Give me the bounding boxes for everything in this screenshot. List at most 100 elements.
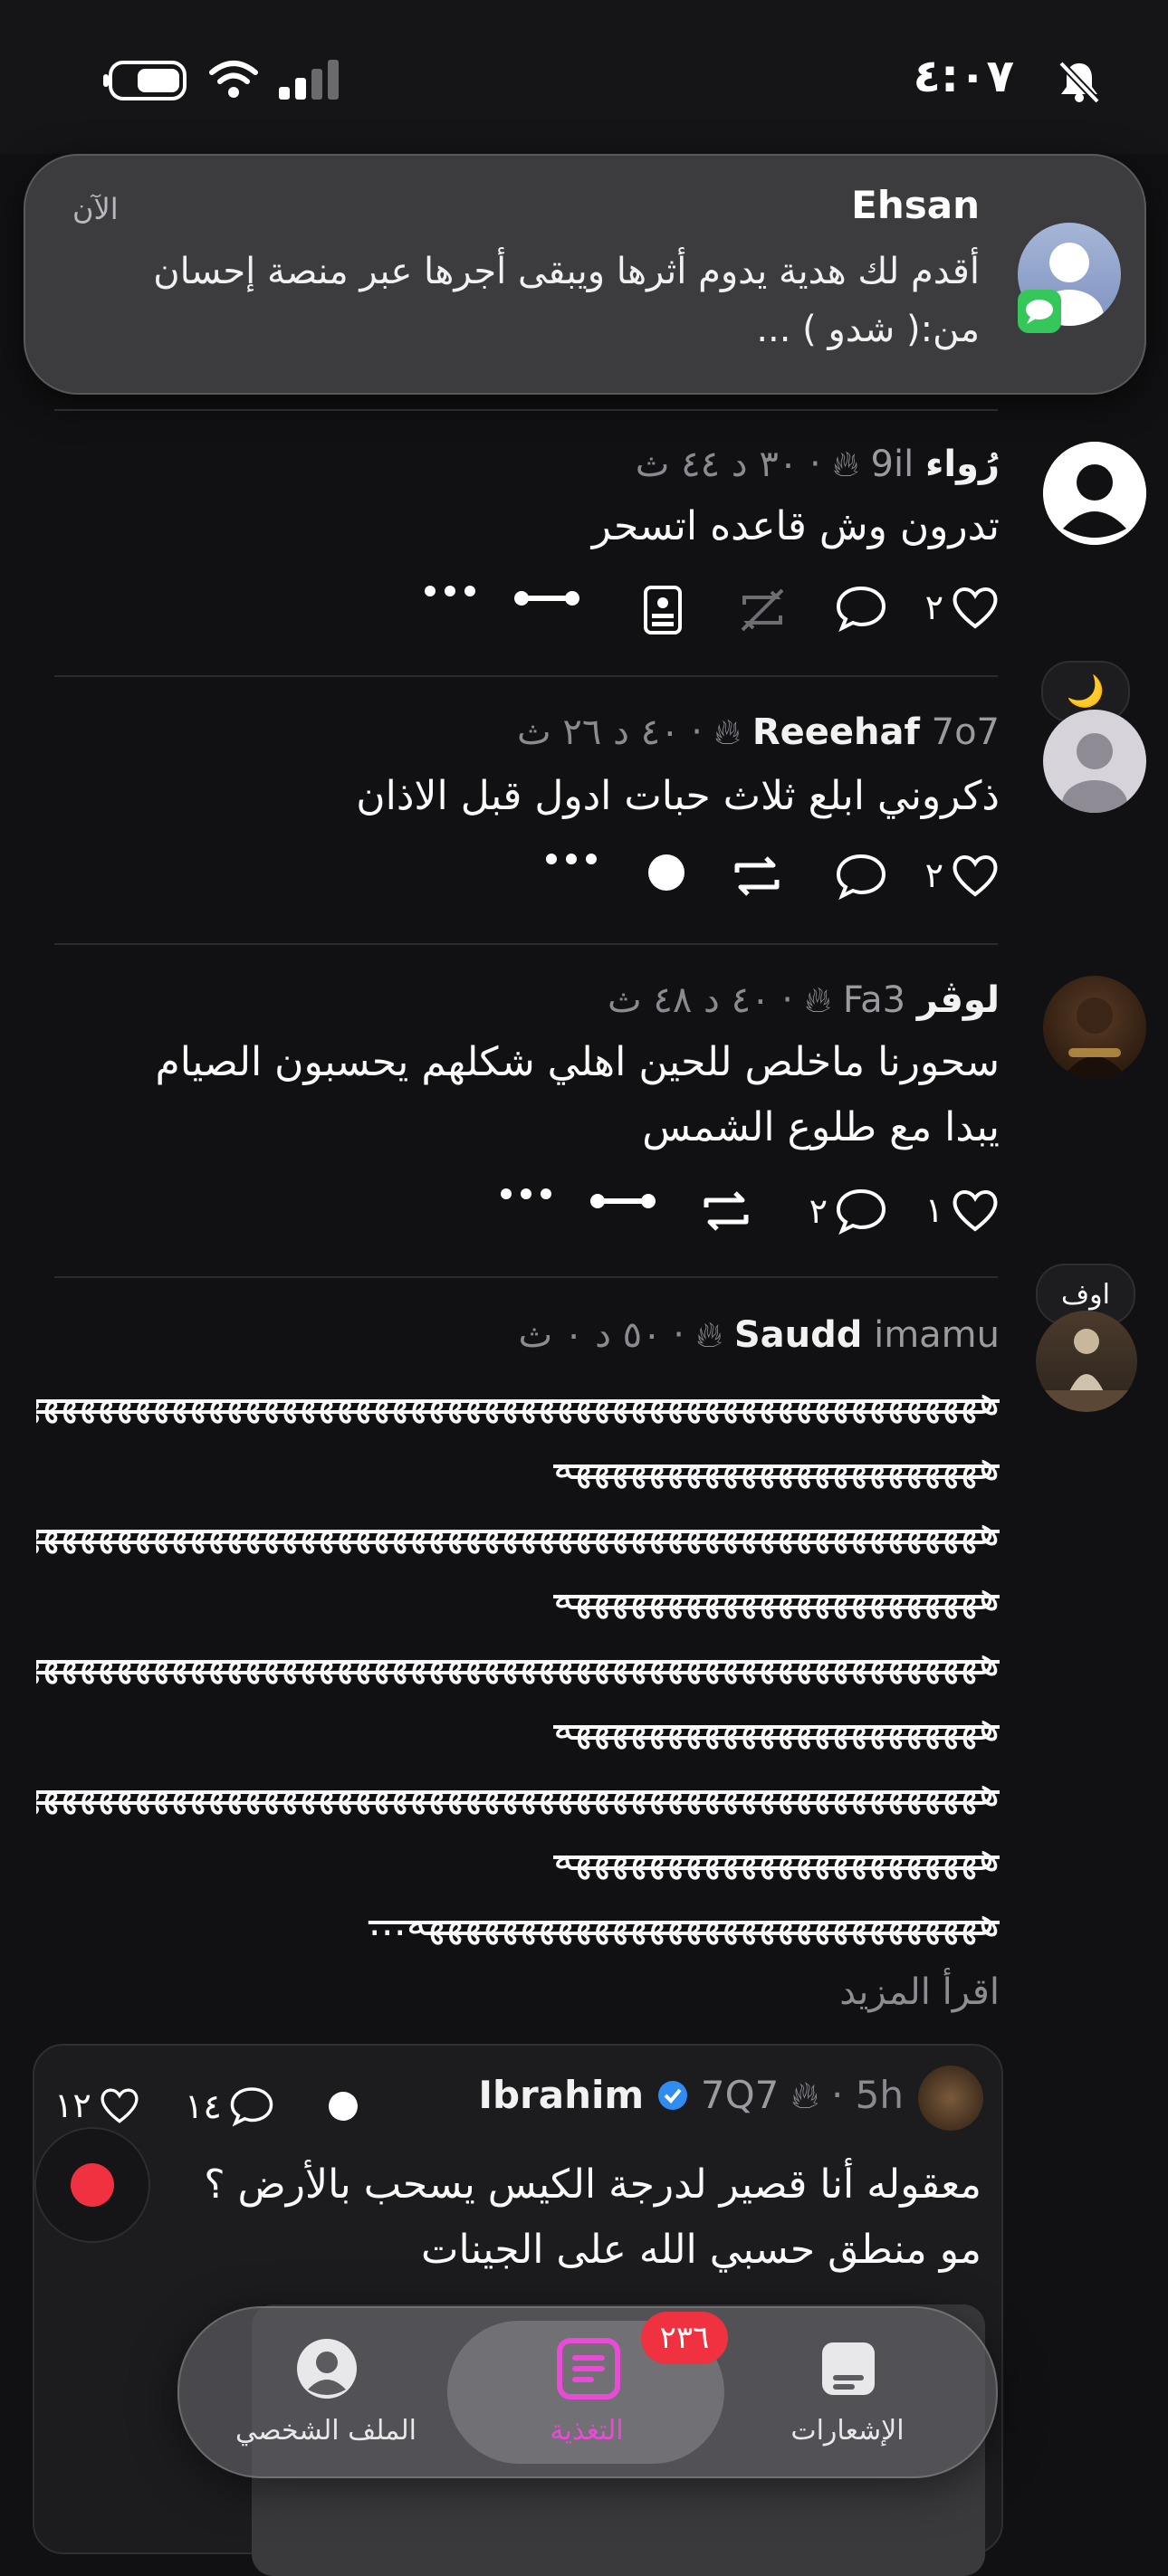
text-line: مو منطق حسبي الله على الجينات	[421, 2227, 981, 2273]
post-text: تدرون وش قاعده اتسحر	[591, 503, 1000, 549]
post-actions: ٢	[489, 853, 1000, 907]
tab-notifications[interactable]: ٢٣٦ الإشعارات	[641, 2308, 974, 2476]
person-icon	[1062, 733, 1127, 813]
text-line: يبدا مع طلوع الشمس	[642, 1104, 1000, 1150]
more-icon	[501, 1188, 551, 1199]
post-time: ٥٠ د ٠ ث	[518, 1314, 662, 1356]
notification-banner[interactable]: Ehsan الآن أقدم لك هدية يدوم أثرها ويبقى…	[24, 154, 1146, 395]
dot-button[interactable]	[328, 2091, 359, 2122]
avatar[interactable]	[1043, 442, 1146, 545]
flame-icon: 🔥︎	[804, 979, 832, 1021]
dot-icon	[648, 854, 685, 891]
notification-sender: Ehsan	[851, 183, 980, 227]
connect-button[interactable]	[589, 1188, 657, 1215]
verified-icon	[657, 2081, 687, 2110]
flame-icon: 🔥︎	[695, 1314, 723, 1356]
post-time: 5h	[855, 2073, 904, 2117]
comment-icon	[230, 2087, 273, 2127]
comment-button[interactable]: ٢	[809, 1188, 887, 1235]
divider	[54, 943, 998, 945]
author-name[interactable]: لوڤر	[917, 979, 1000, 1021]
comment-icon	[836, 1188, 886, 1235]
post-text: هههههههههههههههههههههههه هههههههههههههههه…	[36, 1369, 1000, 1955]
notifications-icon	[822, 2342, 875, 2395]
tab-profile[interactable]: الملف الشخصي	[199, 2308, 453, 2476]
repost-button[interactable]	[730, 853, 784, 900]
record-dot-button[interactable]	[646, 853, 686, 892]
author-handle: imamu	[874, 1314, 1000, 1356]
connect-button[interactable]	[512, 585, 581, 612]
text-line: هههههههههههههههههههههههه	[553, 1573, 1000, 1619]
like-button[interactable]: ١٢	[54, 2085, 140, 2125]
like-button[interactable]: ٢	[925, 585, 1000, 630]
text-line: هههههههههههههههههههههههه	[553, 1443, 1000, 1489]
comment-button[interactable]: ١٤	[185, 2085, 274, 2127]
avatar[interactable]	[1043, 710, 1146, 813]
text-line: معقوله أنا قصير لدرجة الكيس يسحب بالأرض …	[204, 2161, 981, 2208]
flame-icon: 🔥︎	[713, 711, 742, 753]
more-button[interactable]	[424, 585, 476, 597]
flame-icon: 🔥︎	[832, 444, 859, 485]
read-more-link[interactable]: اقرأ المزيد	[839, 1971, 1000, 2013]
wifi-icon	[209, 61, 258, 98]
more-icon	[425, 586, 475, 596]
tab-label: الإشعارات	[790, 2415, 905, 2447]
bell-muted-icon	[1058, 61, 1100, 104]
tab-label: التغذية	[550, 2415, 624, 2447]
divider	[54, 675, 998, 677]
post-header: Reeehaf 7o7 🔥︎ · ٤٠ د ٢٦ ث	[517, 711, 1000, 753]
more-button[interactable]	[500, 1188, 552, 1200]
notification-count-badge: ٢٣٦	[641, 2312, 728, 2364]
post-actions: ١ ٢	[453, 1188, 1000, 1242]
repost-disabled-icon	[741, 588, 784, 632]
repost-icon	[704, 1191, 749, 1231]
status-time: ٤:٠٧	[913, 50, 1014, 102]
author-name[interactable]: Reeehaf	[752, 711, 920, 753]
link-dots-icon	[514, 591, 579, 606]
heart-icon	[953, 855, 998, 897]
avatar[interactable]	[1043, 976, 1146, 1079]
more-icon	[546, 854, 597, 864]
tab-bar: الملف الشخصي التغذية ٢٣٦ الإشعارات	[177, 2306, 998, 2478]
author-handle: Fa3	[842, 979, 906, 1021]
post-header: Saudd imamu 🔥︎ · ٥٠ د ٠ ث	[518, 1314, 1000, 1356]
profile-icon	[297, 2339, 357, 2399]
post-text: سحورنا ماخلص للحين اهلي شكلهم يحسبون الص…	[155, 1030, 1000, 1160]
post-time: ٤٠ د ٤٨ ث	[608, 979, 771, 1021]
id-card-button[interactable]	[643, 585, 683, 635]
author-name[interactable]: Ibrahim	[478, 2073, 644, 2117]
comment-button[interactable]	[835, 853, 887, 900]
text-line: هههههههههههههههههههههههه	[553, 1834, 1000, 1880]
record-button[interactable]	[34, 2127, 150, 2243]
comment-button[interactable]	[835, 585, 887, 632]
profile-photo	[1061, 997, 1128, 1079]
text-line: هههههههههههههههههههههههههههههههههههههههه…	[36, 1508, 1000, 1554]
notification-body: أقدم لك هدية يدوم أثرها ويبقى أجرها عبر …	[153, 251, 980, 350]
default-avatar-icon	[1043, 442, 1146, 545]
more-button[interactable]	[545, 853, 598, 865]
profile-photo	[1036, 1329, 1137, 1412]
post-time: ٤٠ د ٢٦ ث	[517, 711, 680, 753]
post-header: رُواء 9il 🔥︎ · ٣٠ د ٤٤ ث	[635, 444, 1000, 485]
repost-button[interactable]	[699, 1188, 753, 1235]
author-handle: 7Q7	[700, 2073, 780, 2117]
text-line: هههههههههههههههههههههههههههههههههههههههه…	[36, 1638, 1000, 1684]
author-name[interactable]: Saudd	[734, 1314, 863, 1356]
avatar[interactable]	[918, 2066, 983, 2131]
post-time: ٣٠ د ٤٤ ث	[635, 444, 799, 485]
post-actions: ٢	[380, 585, 1000, 639]
like-button[interactable]: ٢	[925, 853, 1000, 898]
text-line: سحورنا ماخلص للحين اهلي شكلهم يحسبون الص…	[155, 1039, 1000, 1085]
text-line: هههههههههههههههههههههههه	[553, 1703, 1000, 1750]
status-bar: ٤:٠٧	[0, 0, 1168, 154]
author-name[interactable]: رُواء	[925, 444, 1000, 485]
avatar[interactable]	[1036, 1311, 1137, 1412]
dot-icon	[329, 2092, 358, 2121]
post-text: معقوله أنا قصير لدرجة الكيس يسحب بالأرض …	[204, 2152, 981, 2283]
heart-icon	[953, 587, 998, 629]
id-card-icon	[644, 586, 682, 634]
repost-button[interactable]	[735, 585, 790, 635]
like-button[interactable]: ١	[925, 1188, 1000, 1233]
cellular-signal-icon	[279, 60, 339, 100]
author-handle: 9il	[870, 444, 914, 485]
